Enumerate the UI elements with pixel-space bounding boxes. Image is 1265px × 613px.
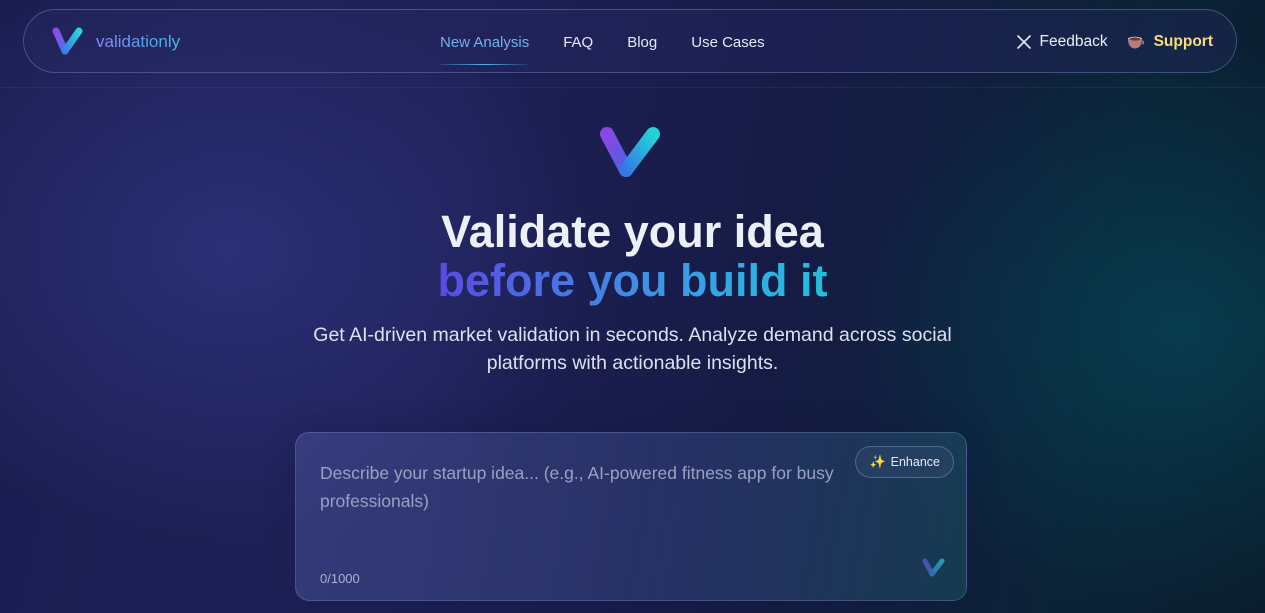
coffee-cup-icon	[1127, 36, 1144, 49]
brand-name: validationly	[96, 32, 181, 51]
v-logo-small-icon	[922, 558, 945, 577]
nav-faq[interactable]: FAQ	[563, 34, 593, 51]
brand[interactable]: validationly	[52, 27, 180, 57]
hero-title-line1: Validate your idea	[441, 206, 824, 257]
hero-logo	[597, 124, 665, 185]
nav-actions: Feedback Support	[1016, 10, 1213, 74]
idea-textarea[interactable]	[320, 459, 860, 529]
enhance-label: Enhance	[890, 455, 940, 469]
feedback-button[interactable]: Feedback	[1016, 33, 1108, 51]
nav-use-cases[interactable]: Use Cases	[691, 34, 764, 51]
hero-title-gradient-text: before you build it	[437, 255, 828, 306]
v-logo-icon	[52, 27, 83, 55]
nav-blog[interactable]: Blog	[627, 34, 657, 51]
support-button[interactable]: Support	[1126, 33, 1213, 51]
support-label: Support	[1153, 33, 1213, 50]
sparkles-icon: ✨	[869, 454, 886, 469]
hero-subtitle: Get AI-driven market validation in secon…	[313, 324, 952, 374]
character-counter: 0/1000	[320, 571, 360, 586]
enhance-button[interactable]: ✨ Enhance	[855, 446, 954, 478]
close-x-icon	[1016, 35, 1031, 49]
top-navbar: validationly New Analysis FAQ Blog Use C…	[23, 9, 1237, 73]
nav-new-analysis[interactable]: New Analysis	[440, 34, 530, 65]
feedback-label: Feedback	[1039, 33, 1108, 50]
idea-input-card: ✨ Enhance 0/1000	[295, 432, 967, 601]
nav-divider	[0, 87, 1265, 88]
nav-links: New Analysis FAQ Blog Use Cases	[440, 10, 765, 74]
hero-title-line2: before you build it	[0, 255, 1265, 307]
v-logo-large-icon	[600, 127, 660, 177]
